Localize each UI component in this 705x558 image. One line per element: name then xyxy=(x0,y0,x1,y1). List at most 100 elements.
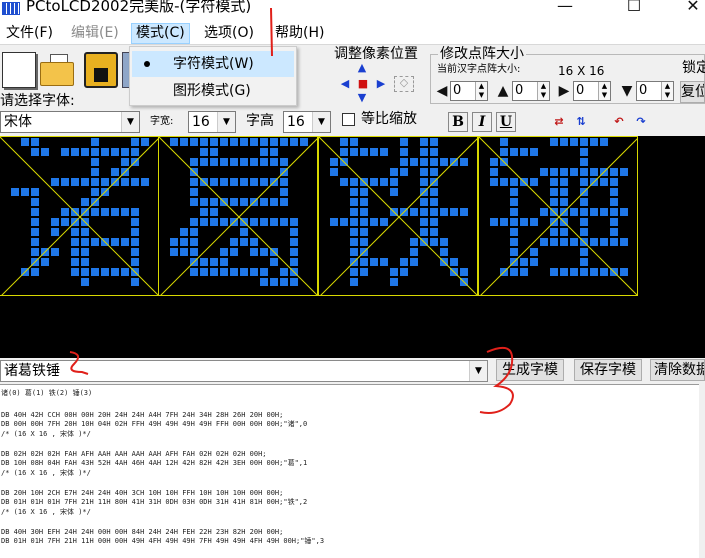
open-folder-icon[interactable] xyxy=(40,52,74,88)
glyph-dot xyxy=(420,168,428,176)
glyph-dot xyxy=(350,228,358,236)
glyph-dot xyxy=(300,138,308,146)
glyph-dot xyxy=(360,238,368,246)
text-input[interactable]: 诸葛铁锤 ▼ xyxy=(0,360,488,382)
glyph-dot xyxy=(190,198,198,206)
glyph-dot xyxy=(230,248,238,256)
glyph-dot xyxy=(81,238,89,246)
shift-right-icon[interactable]: ▶ xyxy=(374,78,388,90)
clear-data-button[interactable]: 清除数据 xyxy=(650,359,705,381)
menu-mode[interactable]: 模式(C) xyxy=(131,23,190,44)
output-scrollbar[interactable] xyxy=(699,384,705,558)
glyph-dot xyxy=(31,268,39,276)
glyph-dot xyxy=(590,268,598,276)
shift-down-icon[interactable]: ▼ xyxy=(355,92,369,104)
center-icon[interactable]: ■ xyxy=(356,78,370,90)
reset-button[interactable]: 复位 xyxy=(680,81,705,103)
flip-horizontal-icon[interactable]: ⇄ xyxy=(548,111,570,133)
glyph-dot xyxy=(400,258,408,266)
italic-button[interactable]: I xyxy=(472,112,492,132)
glyph-dot xyxy=(380,258,388,266)
flip-vertical-icon[interactable]: ⇅ xyxy=(570,111,592,133)
minimize-button[interactable]: — xyxy=(542,0,588,16)
glyph-dot xyxy=(270,158,278,166)
glyph-dot xyxy=(590,238,598,246)
spin-arrows-icon[interactable]: ▲ ▼ xyxy=(537,82,549,100)
glyph-dot xyxy=(81,148,89,156)
glyph-dot xyxy=(220,268,228,276)
glyph-dot xyxy=(280,218,288,226)
glyph-dot xyxy=(230,198,238,206)
spin-arrows-icon[interactable]: ▲ ▼ xyxy=(661,82,673,100)
glyph-dot xyxy=(200,258,208,266)
maximize-button[interactable]: ☐ xyxy=(611,0,657,16)
lock-button[interactable]: 锁定 xyxy=(682,58,705,78)
glyph-dot xyxy=(131,228,139,236)
bold-button[interactable]: B xyxy=(448,112,468,132)
width-select[interactable]: 16 ▼ xyxy=(188,111,236,133)
glyph-dot xyxy=(240,268,248,276)
bottom-edge-icon: ▼ xyxy=(621,83,633,99)
glyph-dot xyxy=(550,138,558,146)
generate-button[interactable]: 生成字模 xyxy=(496,359,564,381)
rotate-left-icon[interactable]: ↶ xyxy=(608,111,630,133)
menu-item-graphic-mode[interactable]: 图形模式(G) xyxy=(132,78,294,104)
glyph-dot xyxy=(250,248,258,256)
glyph-dot xyxy=(430,238,438,246)
clear-pos-icon[interactable]: ◇ xyxy=(394,76,414,92)
menu-item-char-mode[interactable]: 字符模式(W) xyxy=(132,51,294,77)
title-bar: PCtoLCD2002完美版-(字符模式) — ☐ ✕ xyxy=(0,0,705,18)
save-disk-icon[interactable] xyxy=(84,52,118,88)
spin-left[interactable]: 0 ▲ ▼ xyxy=(450,81,488,101)
spin-bottom[interactable]: 0 ▲ ▼ xyxy=(636,81,674,101)
spin-arrows-icon[interactable]: ▲ ▼ xyxy=(598,82,610,100)
glyph-dot xyxy=(71,238,79,246)
menu-edit[interactable]: 编辑(E) xyxy=(67,23,123,44)
menu-options[interactable]: 选项(O) xyxy=(200,23,258,44)
glyph-dot xyxy=(200,158,208,166)
chevron-down-icon[interactable]: ▼ xyxy=(469,361,487,381)
chevron-down-icon[interactable]: ▼ xyxy=(217,112,235,132)
glyph-dot xyxy=(131,178,139,186)
glyph-dot xyxy=(360,188,368,196)
glyph-dot xyxy=(31,208,39,216)
glyph-dot xyxy=(220,218,228,226)
lattice-size: 16 X 16 xyxy=(558,64,605,78)
glyph-dot xyxy=(390,268,398,276)
glyph-dot xyxy=(200,138,208,146)
menu-file[interactable]: 文件(F) xyxy=(2,23,57,44)
output-textarea[interactable]: 诸(0) 葛(1) 铁(2) 锤(3) DB 40H 42H CCH 00H 0… xyxy=(0,384,705,558)
glyph-dot xyxy=(101,268,109,276)
glyph-dot xyxy=(260,158,268,166)
shift-up-icon[interactable]: ▲ xyxy=(355,62,369,74)
glyph-dot xyxy=(61,178,69,186)
chevron-down-icon[interactable]: ▼ xyxy=(121,112,139,132)
glyph-dot xyxy=(350,188,358,196)
save-font-button[interactable]: 保存字模 xyxy=(574,359,642,381)
menu-help[interactable]: 帮助(H) xyxy=(271,23,328,44)
glyph-dot xyxy=(430,138,438,146)
glyph-dot xyxy=(550,178,558,186)
font-select[interactable]: 宋体 ▼ xyxy=(0,111,140,133)
glyph-dot xyxy=(450,208,458,216)
glyph-svg xyxy=(479,137,637,295)
glyph-dot xyxy=(610,238,618,246)
glyph-dot xyxy=(340,218,348,226)
glyph-dot xyxy=(580,248,588,256)
glyph-dot xyxy=(400,158,408,166)
glyph-dot xyxy=(31,238,39,246)
rotate-right-icon[interactable]: ↷ xyxy=(630,111,652,133)
spin-arrows-icon[interactable]: ▲ ▼ xyxy=(475,82,487,100)
spin-right[interactable]: 0 ▲ ▼ xyxy=(573,81,611,101)
spin-top[interactable]: 0 ▲ ▼ xyxy=(512,81,550,101)
chevron-down-icon[interactable]: ▼ xyxy=(312,112,330,132)
proportional-checkbox[interactable] xyxy=(342,113,355,126)
glyph-dot xyxy=(420,158,428,166)
close-button[interactable]: ✕ xyxy=(670,0,705,16)
new-file-icon[interactable] xyxy=(2,52,36,88)
height-select[interactable]: 16 ▼ xyxy=(283,111,331,133)
glyph-dot xyxy=(91,188,99,196)
shift-left-icon[interactable]: ◀ xyxy=(338,78,352,90)
glyph-dot xyxy=(210,158,218,166)
underline-button[interactable]: U xyxy=(496,112,516,132)
